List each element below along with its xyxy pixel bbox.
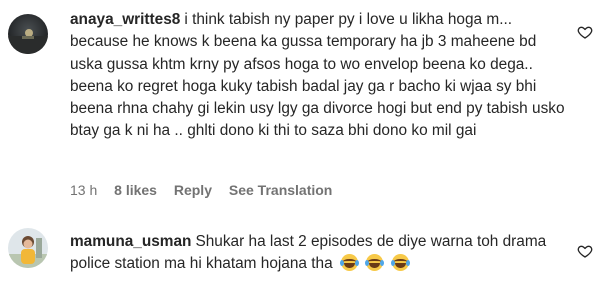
comment-username[interactable]: anaya_writtes8 <box>70 11 180 28</box>
comment-body: anaya_writtes8 i think tabish ny paper py… <box>70 9 570 143</box>
reply-button[interactable]: Reply <box>174 182 212 198</box>
see-translation-button[interactable]: See Translation <box>229 182 332 198</box>
laughing-tears-emoji-icon <box>339 254 359 272</box>
avatar-image <box>8 14 48 54</box>
avatar[interactable] <box>8 14 48 54</box>
comment-body: mamuna_usman Shukar ha last 2 episodes de… <box>70 231 570 276</box>
heart-outline-icon[interactable] <box>577 24 593 40</box>
laughing-tears-emoji-icon <box>390 254 410 272</box>
avatar-image <box>8 228 48 268</box>
comment-timestamp[interactable]: 13 h <box>70 182 97 198</box>
comment-likes-count[interactable]: 8 likes <box>114 182 157 198</box>
comment-item: mamuna_usman Shukar ha last 2 episodes de… <box>0 222 602 284</box>
comment-meta: 13 h 8 likes Reply See Translation <box>70 182 345 198</box>
emoji-group: 😂😂😂 <box>337 253 410 275</box>
avatar[interactable] <box>8 228 48 268</box>
comment-item: anaya_writtes8 i think tabish ny paper py… <box>0 0 602 210</box>
comment-username[interactable]: mamuna_usman <box>70 233 191 250</box>
laughing-tears-emoji-icon <box>365 254 385 272</box>
heart-outline-icon[interactable] <box>577 243 593 259</box>
comment-text: i think tabish ny paper py i love u likh… <box>70 11 565 140</box>
